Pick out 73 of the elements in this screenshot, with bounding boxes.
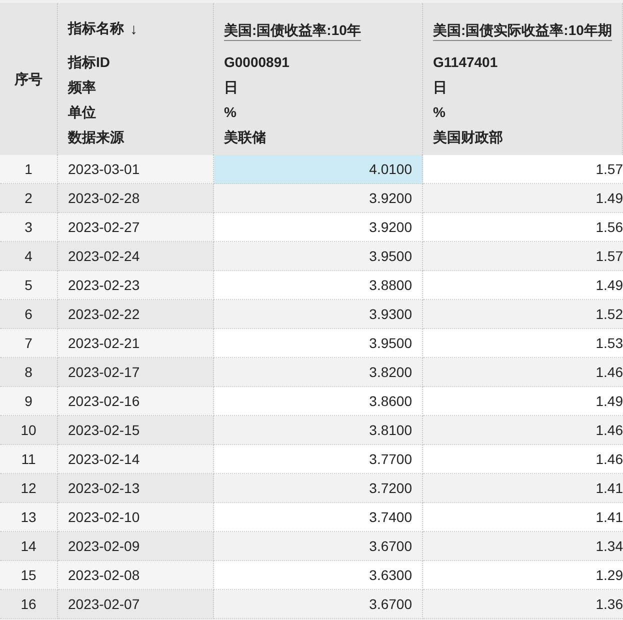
table-cell: 2023-02-16 xyxy=(58,387,214,416)
row-number: 3 xyxy=(0,213,58,242)
table-cell: 2023-02-09 xyxy=(58,532,214,561)
field-label: 数据来源 xyxy=(68,128,126,147)
row-number: 14 xyxy=(0,532,58,561)
row-number: 2 xyxy=(0,184,58,213)
table-cell[interactable]: 3.6700 xyxy=(214,590,423,619)
sort-icon[interactable]: ↓ xyxy=(130,20,138,38)
table-cell: 2023-02-23 xyxy=(58,271,214,300)
field-value: 美联储 xyxy=(224,128,267,147)
table-cell[interactable]: 3.6300 xyxy=(214,561,423,590)
table-cell[interactable]: 1.56 xyxy=(423,213,623,242)
field-value: % xyxy=(224,103,238,122)
table-cell[interactable]: 1.53 xyxy=(423,329,623,358)
row-number: 4 xyxy=(0,242,58,271)
table-cell: 2023-02-13 xyxy=(58,474,214,503)
table-cell[interactable]: 3.8800 xyxy=(214,271,423,300)
table-cell[interactable]: 1.49 xyxy=(423,387,623,416)
series-link[interactable]: 美国:国债实际收益率:10年期 xyxy=(433,20,612,41)
column-header: 序号 xyxy=(14,70,42,88)
table-cell[interactable]: 1.57 xyxy=(423,155,623,184)
table-cell: 2023-02-07 xyxy=(58,590,214,619)
table-cell: 2023-02-24 xyxy=(58,242,214,271)
series-link[interactable]: 美国:国债收益率:10年 xyxy=(224,20,361,41)
table-cell[interactable]: 3.8600 xyxy=(214,387,423,416)
table-cell: 2023-02-10 xyxy=(58,503,214,532)
table-cell[interactable]: 3.7400 xyxy=(214,503,423,532)
row-number: 5 xyxy=(0,271,58,300)
field-value: 美国财政部 xyxy=(433,128,504,147)
field-value: G0000891 xyxy=(224,53,290,72)
row-number: 13 xyxy=(0,503,58,532)
field-value: 日 xyxy=(224,78,239,97)
row-number: 11 xyxy=(0,445,58,474)
table-cell: 2023-02-14 xyxy=(58,445,214,474)
table-cell: 2023-03-01 xyxy=(58,155,214,184)
table-cell: 2023-02-21 xyxy=(58,329,214,358)
table-cell[interactable]: 1.49 xyxy=(423,271,623,300)
field-value: % xyxy=(433,103,446,122)
table-cell[interactable]: 3.7200 xyxy=(214,474,423,503)
table-cell[interactable]: 1.46 xyxy=(423,445,623,474)
table-cell[interactable]: 3.6700 xyxy=(214,532,423,561)
table-cell: 2023-02-22 xyxy=(58,300,214,329)
field-value: G1147401 xyxy=(433,53,499,72)
row-number: 1 xyxy=(0,155,58,184)
row-number: 15 xyxy=(0,561,58,590)
table-cell[interactable]: 4.0100 xyxy=(214,155,423,184)
table-cell: 2023-02-15 xyxy=(58,416,214,445)
table-cell[interactable]: 3.9200 xyxy=(214,184,423,213)
table-cell[interactable]: 3.9500 xyxy=(214,242,423,271)
row-number: 6 xyxy=(0,300,58,329)
row-number: 8 xyxy=(0,358,58,387)
table-cell[interactable]: 1.29 xyxy=(423,561,623,590)
row-number: 16 xyxy=(0,590,58,619)
table-cell[interactable]: 3.9500 xyxy=(214,329,423,358)
table-cell: 2023-02-27 xyxy=(58,213,214,242)
field-label: 频率 xyxy=(68,78,97,97)
row-number: 7 xyxy=(0,329,58,358)
table-cell[interactable]: 3.8200 xyxy=(214,358,423,387)
table-cell[interactable]: 1.41 xyxy=(423,503,623,532)
column-header[interactable]: 指标名称 xyxy=(68,20,124,38)
field-label: 指标ID xyxy=(68,53,111,72)
table-cell: 2023-02-17 xyxy=(58,358,214,387)
field-value: 日 xyxy=(433,78,448,97)
table-cell[interactable]: 3.7700 xyxy=(214,445,423,474)
row-number: 10 xyxy=(0,416,58,445)
row-number: 9 xyxy=(0,387,58,416)
table-cell: 2023-02-28 xyxy=(58,184,214,213)
row-number: 12 xyxy=(0,474,58,503)
table-cell[interactable]: 3.8100 xyxy=(214,416,423,445)
field-label: 单位 xyxy=(68,103,97,122)
table-cell[interactable]: 3.9200 xyxy=(214,213,423,242)
table-cell: 2023-02-08 xyxy=(58,561,214,590)
table-cell[interactable]: 3.9300 xyxy=(214,300,423,329)
